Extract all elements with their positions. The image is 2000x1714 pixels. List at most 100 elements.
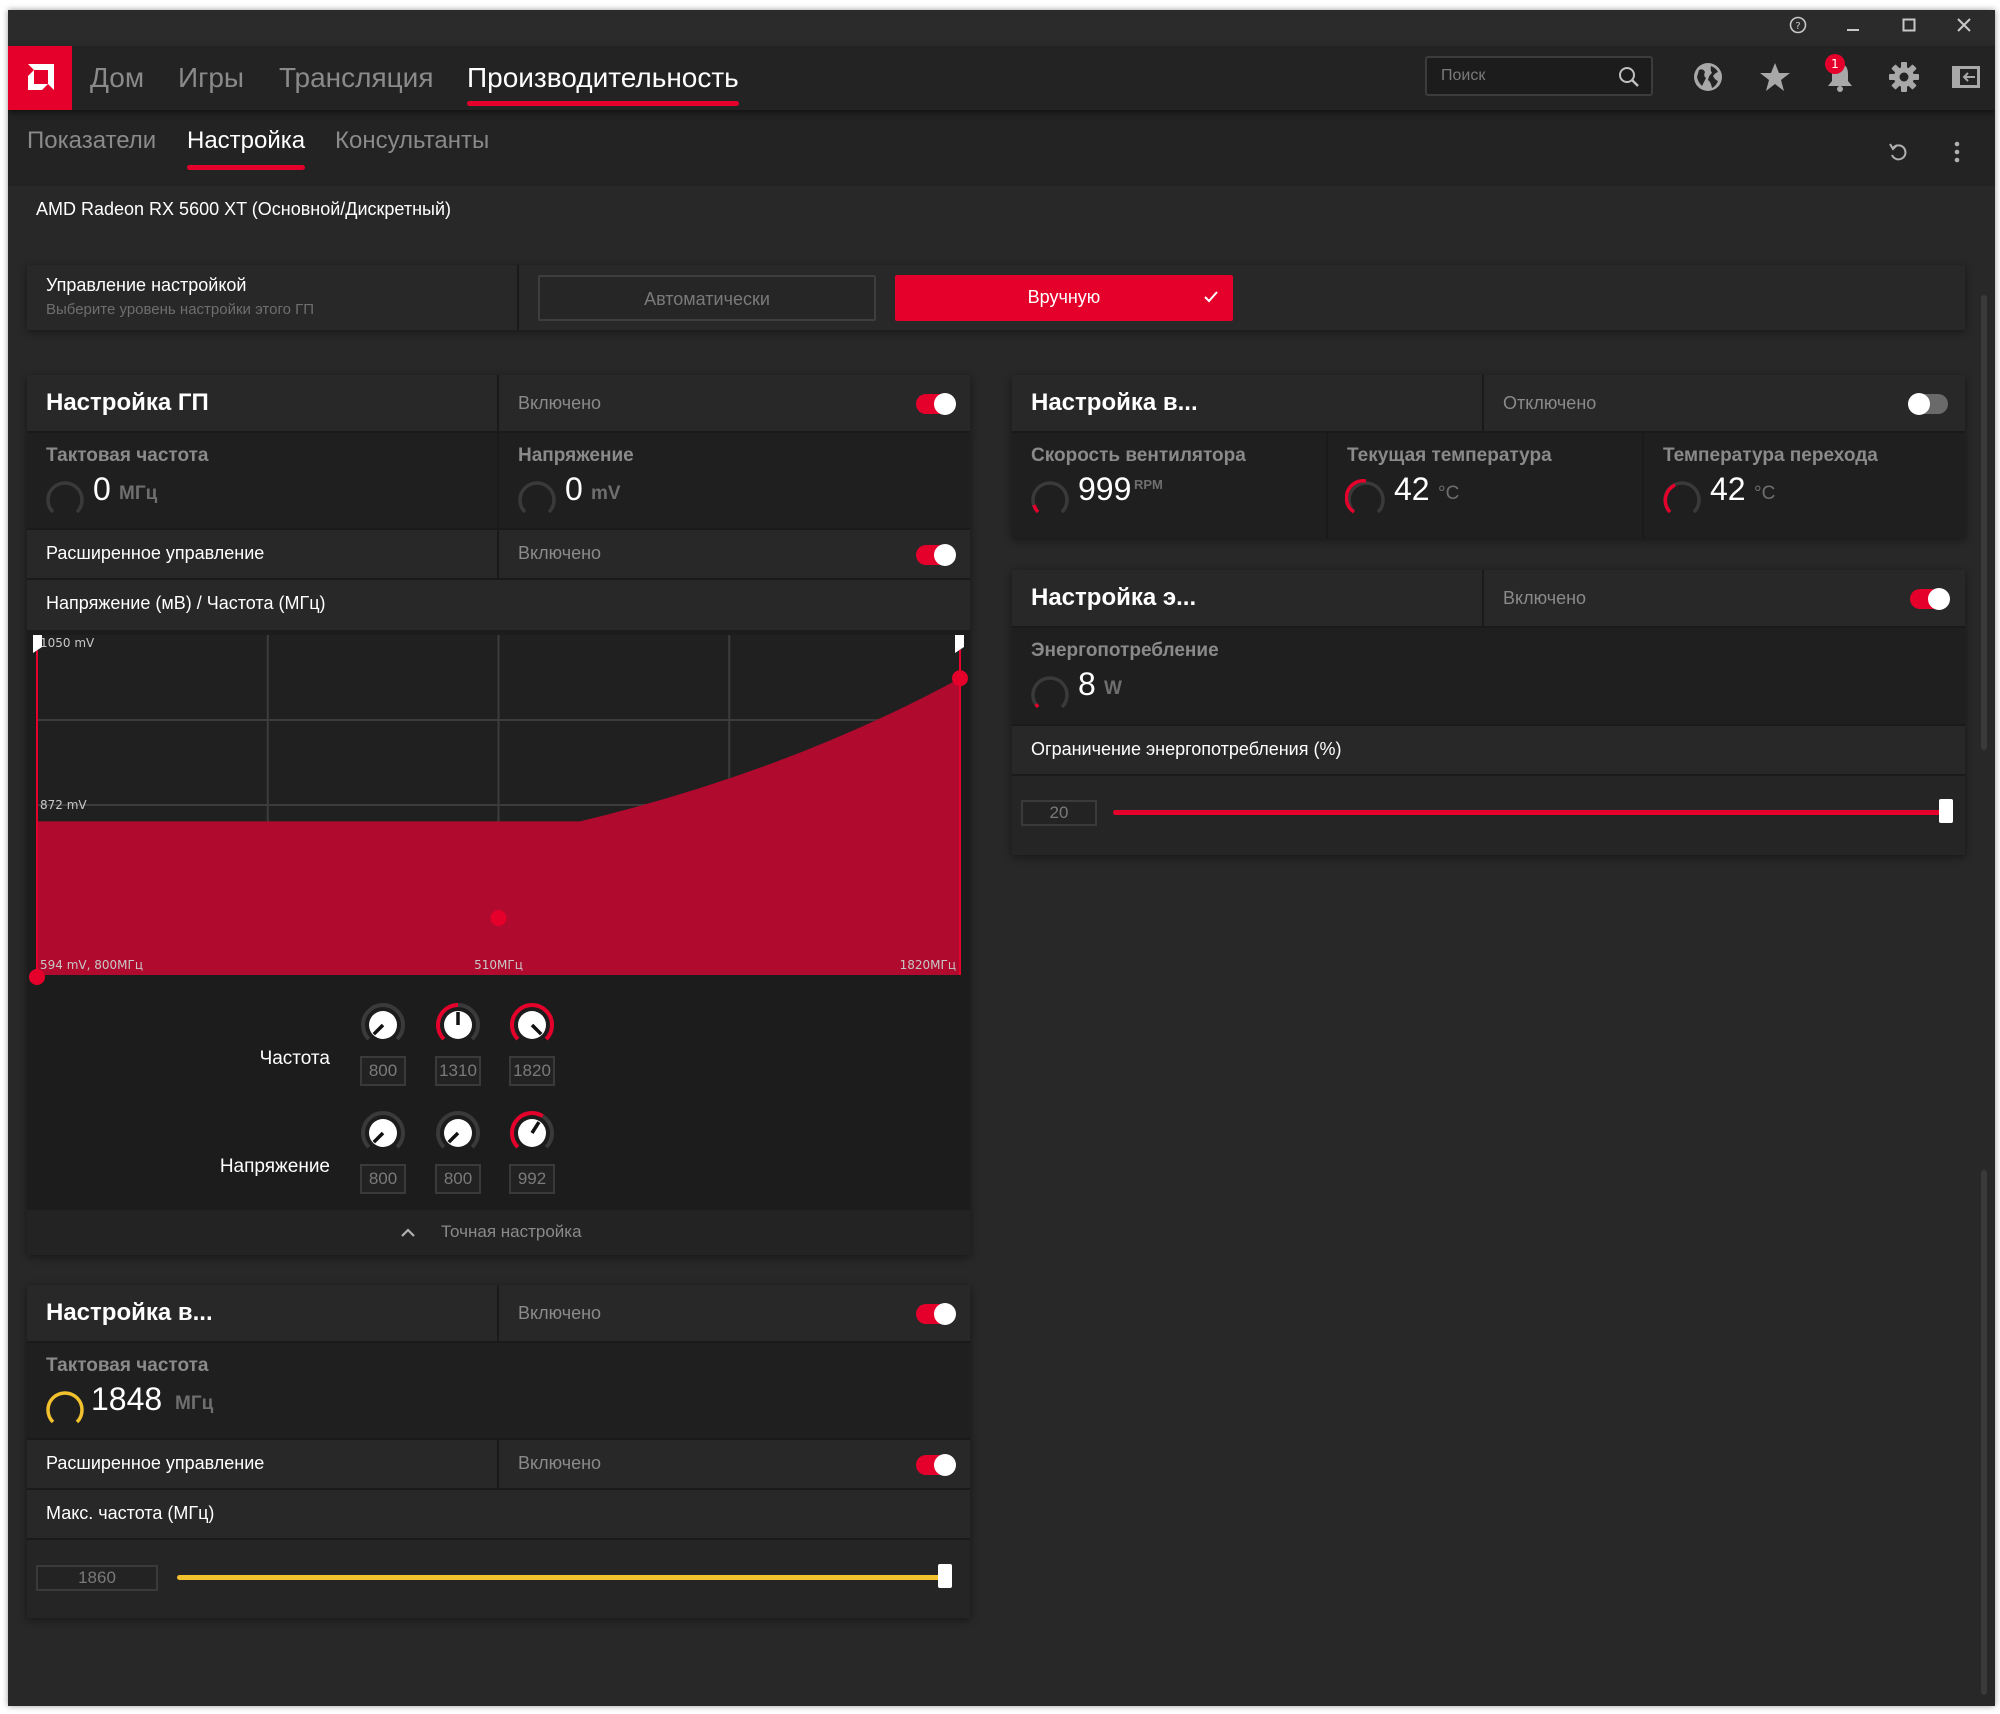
help-icon[interactable]: ?	[1783, 16, 1813, 40]
globe-icon[interactable]	[1691, 60, 1725, 94]
gpu-advanced-toggle[interactable]	[916, 544, 956, 566]
vf-curve-chart[interactable]: 1050 mV 872 mV 594 mV, 800МГц 510МГц 1820МГц	[27, 630, 970, 990]
maximize-button[interactable]	[1894, 16, 1924, 40]
vram-max-label: Макс. частота (МГц)	[46, 1503, 215, 1523]
sidebar-toggle-icon[interactable]	[1949, 60, 1983, 94]
fan-tuning-toggle[interactable]	[1908, 393, 1948, 415]
freq-knob[interactable]	[509, 1002, 555, 1048]
nav-home[interactable]: Дом	[90, 56, 144, 100]
control-point-max	[952, 670, 968, 687]
amd-logo-icon	[28, 64, 54, 90]
power-tuning-header: Настройка э... Включено	[1012, 570, 1965, 628]
amd-logo[interactable]	[8, 46, 72, 110]
fan-tuning-title: Настройка в...	[1031, 389, 1198, 416]
knobs-area: Частота Напряжение 800 1310 1820 800 800 992	[27, 990, 970, 1210]
volt-knob[interactable]	[509, 1110, 555, 1156]
vram-slider-track[interactable]	[177, 1575, 942, 1580]
fan-speed-value: 999	[1078, 471, 1132, 507]
vram-tuning-title: Настройка в...	[46, 1299, 213, 1326]
gpu-advanced-label: Расширенное управление	[46, 543, 265, 563]
junction-temp-label: Температура перехода	[1663, 445, 1878, 466]
tuning-control-label-cell: Управление настройкой Выберите уровень н…	[27, 265, 519, 330]
search-input[interactable]	[1441, 64, 1611, 88]
auto-button[interactable]: Автоматически	[538, 275, 876, 321]
volt-knob[interactable]	[360, 1110, 406, 1156]
vram-advanced-toggle[interactable]	[916, 1454, 956, 1476]
metric-voltage-unit: mV	[591, 483, 621, 504]
manual-button-label: Вручную	[1027, 287, 1101, 307]
star-icon[interactable]	[1758, 60, 1792, 94]
freq-value-input[interactable]: 1310	[435, 1056, 481, 1086]
vram-slider-thumb[interactable]	[938, 1564, 952, 1588]
fan-tuning-status: Отключено	[1503, 393, 1597, 413]
nav-streaming[interactable]: Трансляция	[279, 56, 433, 100]
gpu-tuning-status: Включено	[518, 393, 602, 413]
metric-clock: Тактовая частота 0 МГц	[27, 433, 499, 528]
reset-icon[interactable]	[1886, 140, 1910, 164]
gpu-tuning-title: Настройка ГП	[46, 389, 209, 416]
volt-row-label: Напряжение	[219, 1156, 330, 1177]
power-limit-input[interactable]: 20	[1021, 800, 1097, 826]
fan-tuning-header: Настройка в... Отключено	[1012, 375, 1965, 433]
tab-metrics[interactable]: Показатели	[27, 124, 156, 158]
metric-junction-temp: Температура перехода 42 °C	[1644, 433, 1965, 538]
vram-tuning-toggle[interactable]	[916, 1303, 956, 1325]
vram-tuning-panel: Настройка в... Включено Тактовая частота…	[27, 1285, 970, 1618]
metric-clock-unit: МГц	[119, 483, 158, 504]
nav-performance[interactable]: Производительность	[467, 56, 739, 106]
volt-knob[interactable]	[435, 1110, 481, 1156]
freq-value-input[interactable]: 1820	[509, 1056, 555, 1086]
nav-games[interactable]: Игры	[178, 56, 244, 100]
x-tick-label-min: 594 mV, 800МГц	[40, 958, 143, 972]
curve-title: Напряжение (мВ) / Частота (МГц)	[46, 593, 326, 613]
vram-max-input[interactable]: 1860	[36, 1565, 158, 1591]
vram-slider-row: 1860	[27, 1540, 970, 1618]
gpu-name: AMD Radeon RX 5600 XT (Основной/Дискретн…	[36, 199, 452, 219]
app-window: ? Дом Игры Трансляция Производительность	[8, 10, 1995, 1706]
tab-advisors[interactable]: Консультанты	[335, 124, 489, 158]
notification-badge: 1	[1825, 54, 1845, 74]
check-icon	[1204, 291, 1218, 303]
power-tuning-toggle[interactable]	[1910, 588, 1950, 610]
volt-value-input[interactable]: 800	[435, 1164, 481, 1194]
power-value: 8	[1078, 666, 1096, 702]
scrollbar-upper[interactable]	[1981, 295, 1987, 750]
tab-tuning[interactable]: Настройка	[187, 124, 306, 170]
svg-text:?: ?	[1795, 21, 1800, 32]
current-temp-value: 42	[1394, 471, 1430, 507]
close-button[interactable]	[1949, 16, 1979, 40]
chevron-up-icon[interactable]	[400, 1226, 416, 1238]
power-limit-label: Ограничение энергопотребления (%)	[1031, 739, 1342, 759]
vram-tuning-status: Включено	[518, 1303, 602, 1323]
current-temp-label: Текущая температура	[1347, 445, 1552, 466]
fine-tune-label[interactable]: Точная настройка	[441, 1222, 582, 1242]
freq-knob[interactable]	[435, 1002, 481, 1048]
metric-clock-label: Тактовая частота	[46, 445, 209, 466]
minimize-button[interactable]	[1838, 16, 1868, 40]
junction-temp-unit: °C	[1754, 483, 1776, 504]
scrollbar-lower[interactable]	[1981, 1170, 1987, 1695]
more-options-icon[interactable]	[1951, 140, 1963, 164]
search-box[interactable]	[1425, 56, 1653, 96]
vram-max-title-row: Макс. частота (МГц)	[27, 1490, 970, 1540]
freq-value-input[interactable]: 800	[360, 1056, 406, 1086]
search-icon[interactable]	[1617, 65, 1641, 89]
x-tick-label-mid: 510МГц	[474, 958, 523, 972]
power-limit-title-row: Ограничение энергопотребления (%)	[1012, 726, 1965, 776]
volt-value-input[interactable]: 800	[360, 1164, 406, 1194]
vram-clock-value: 1848	[91, 1381, 163, 1417]
metric-fan-speed: Скорость вентилятора 999 RPM	[1012, 433, 1328, 538]
freq-knob[interactable]	[360, 1002, 406, 1048]
current-temp-gauge-icon	[1345, 479, 1385, 514]
vram-tuning-header: Настройка в... Включено	[27, 1285, 970, 1343]
power-slider-track[interactable]	[1113, 810, 1943, 815]
fine-tune-row[interactable]: Точная настройка	[27, 1210, 970, 1255]
volt-value-input[interactable]: 992	[509, 1164, 555, 1194]
fan-metrics-row: Скорость вентилятора 999 RPM Текущая тем…	[1012, 433, 1965, 538]
power-slider-thumb[interactable]	[1939, 799, 1953, 823]
vram-clock-label: Тактовая частота	[46, 1355, 209, 1376]
metric-voltage-value: 0	[565, 471, 583, 507]
gpu-tuning-toggle[interactable]	[916, 393, 956, 415]
gear-icon[interactable]	[1887, 60, 1921, 94]
manual-button[interactable]: Вручную	[895, 275, 1233, 321]
